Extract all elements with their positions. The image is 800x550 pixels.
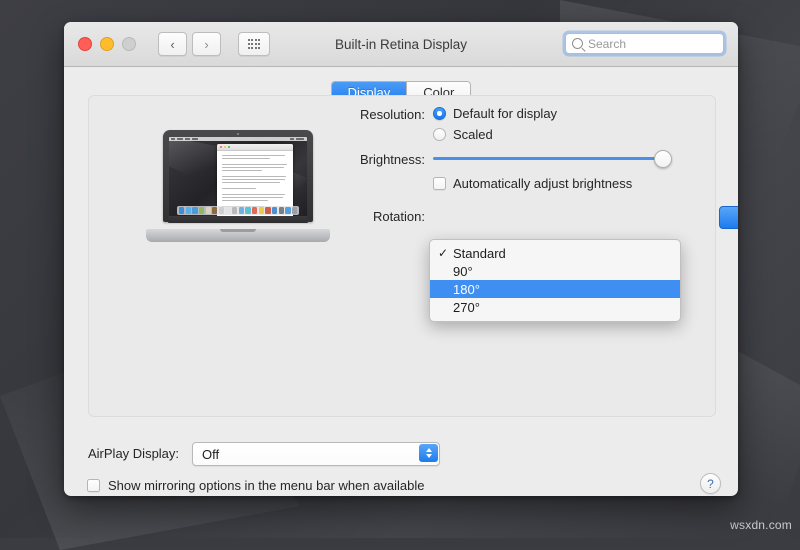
minimize-icon[interactable]: [100, 37, 114, 51]
checkmark-icon: ✓: [438, 246, 449, 260]
brightness-slider-track: [433, 157, 671, 160]
menu-item-90[interactable]: 90°: [430, 262, 680, 280]
document-titlebar: [217, 144, 293, 151]
show-mirroring-options-label: Show mirroring options in the menu bar w…: [108, 478, 425, 493]
rotation-popup-button[interactable]: [719, 206, 738, 229]
resolution-option-default[interactable]: Default for display: [433, 106, 557, 121]
zoom-icon: [122, 37, 136, 51]
menu-item-standard[interactable]: ✓ Standard: [430, 244, 680, 262]
checkbox-auto-adjust-brightness[interactable]: [433, 177, 446, 190]
window-titlebar: ‹ › Built-in Retina Display Search: [64, 22, 738, 67]
airplay-display-popup-button[interactable]: Off: [192, 442, 440, 466]
resolution-default-label: Default for display: [453, 106, 558, 121]
close-icon[interactable]: [78, 37, 92, 51]
document-text: [217, 151, 293, 213]
radio-scaled[interactable]: [433, 128, 446, 141]
screen-dock: [177, 206, 299, 215]
resolution-label: Resolution:: [359, 107, 425, 122]
airplay-display-label: AirPlay Display:: [88, 446, 180, 461]
grid-glyph: [247, 39, 261, 49]
brightness-slider-knob[interactable]: [654, 150, 672, 168]
macbook-screen: [169, 137, 307, 217]
brightness-slider[interactable]: [433, 150, 672, 168]
navigation-buttons: ‹ ›: [158, 32, 221, 56]
brightness-label: Brightness:: [359, 152, 425, 167]
checkbox-show-mirroring-options[interactable]: [87, 479, 100, 492]
show-all-grid-icon[interactable]: [238, 32, 270, 56]
search-icon: [572, 38, 583, 49]
auto-adjust-brightness-label: Automatically adjust brightness: [453, 176, 633, 191]
webcam-icon: [237, 133, 239, 135]
menu-item-label: 90°: [453, 263, 473, 279]
macbook-preview-illustration: [146, 130, 330, 242]
show-mirroring-options-row[interactable]: Show mirroring options in the menu bar w…: [87, 478, 425, 493]
menu-item-label: Standard: [453, 245, 506, 261]
help-button[interactable]: ?: [700, 473, 721, 494]
macbook-keyboard: [168, 216, 308, 223]
menu-item-270[interactable]: 270°: [430, 298, 680, 316]
macbook-base: [146, 229, 330, 242]
radio-default-for-display[interactable]: [433, 107, 446, 120]
forward-button-icon[interactable]: ›: [192, 32, 221, 56]
search-placeholder: Search: [588, 36, 627, 51]
auto-brightness-row[interactable]: Automatically adjust brightness: [433, 176, 632, 191]
macbook-lid: [163, 130, 313, 222]
rotation-dropdown-menu[interactable]: ✓ Standard 90° 180° 270°: [429, 239, 681, 322]
search-field[interactable]: Search: [565, 33, 724, 54]
menu-item-label: 270°: [453, 299, 480, 315]
rotation-label: Rotation:: [372, 209, 425, 224]
traffic-light-buttons: [78, 37, 136, 51]
airplay-display-value: Off: [202, 446, 220, 462]
screen-menubar: [169, 137, 307, 141]
back-button-icon[interactable]: ‹: [158, 32, 187, 56]
chevron-updown-icon[interactable]: [419, 444, 438, 462]
resolution-scaled-label: Scaled: [453, 127, 493, 142]
menu-item-180[interactable]: 180°: [430, 280, 680, 298]
resolution-option-scaled[interactable]: Scaled: [433, 127, 493, 142]
menu-item-label: 180°: [453, 281, 480, 297]
watermark: wsxdn.com: [730, 518, 792, 532]
